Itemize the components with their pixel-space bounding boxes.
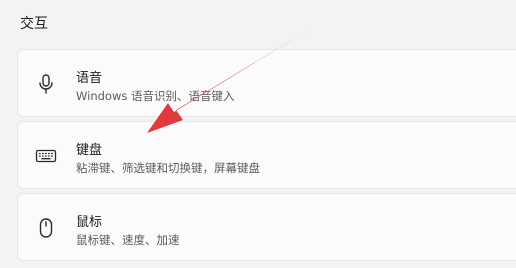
settings-item-mouse[interactable]: 鼠标 鼠标键、速度、加速 — [17, 193, 516, 261]
section-title: 交互 — [20, 16, 48, 32]
settings-item-description: 粘滞键、筛选键和切换键，屏幕键盘 — [76, 161, 260, 175]
mouse-icon — [34, 216, 58, 240]
keyboard-icon — [34, 144, 58, 168]
settings-item-title: 键盘 — [76, 143, 103, 158]
microphone-icon — [34, 72, 58, 96]
settings-item-speech[interactable]: 语音 Windows 语音识别、语音键入 — [17, 49, 516, 117]
settings-item-title: 鼠标 — [76, 215, 103, 230]
settings-item-description: Windows 语音识别、语音键入 — [76, 89, 235, 103]
settings-item-keyboard[interactable]: 键盘 粘滞键、筛选键和切换键，屏幕键盘 — [17, 121, 516, 189]
settings-item-title: 语音 — [76, 71, 103, 86]
settings-item-description: 鼠标键、速度、加速 — [76, 233, 180, 247]
